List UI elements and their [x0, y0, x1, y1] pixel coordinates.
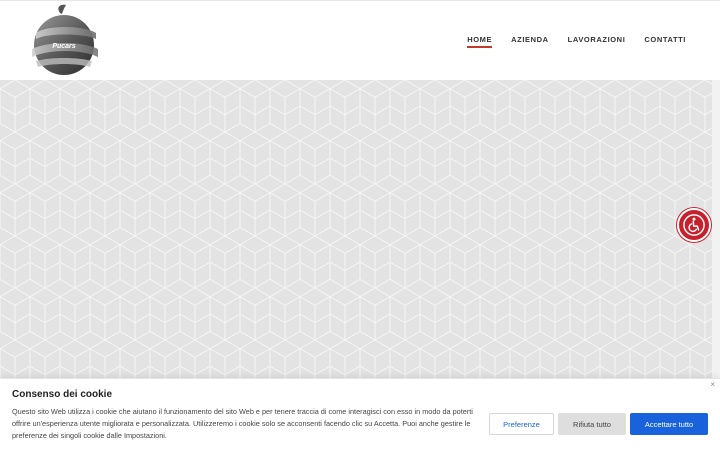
wheelchair-icon [683, 214, 705, 236]
cookie-description: Questo sito Web utilizza i cookie che ai… [12, 407, 473, 440]
cookie-title: Consenso dei cookie [12, 389, 113, 400]
reject-all-button[interactable]: Rifiuta tutto [558, 413, 626, 435]
nav-home[interactable]: HOME [467, 35, 493, 48]
close-icon[interactable]: × [710, 380, 715, 389]
accept-all-button[interactable]: Accettare tutto [630, 413, 708, 435]
page-scrollbar[interactable] [712, 80, 720, 380]
cube-pattern [0, 80, 712, 380]
logo-text: Pucars [52, 43, 75, 50]
accessibility-button[interactable] [677, 208, 711, 242]
cookie-consent-banner: × Consenso dei cookie Questo sito Web ut… [0, 378, 720, 450]
apple-logo-icon: Pucars [32, 4, 98, 75]
hero-pattern-background [0, 80, 712, 380]
preferences-button[interactable]: Preferenze [489, 413, 554, 435]
main-nav: HOME AZIENDA LAVORAZIONI CONTATTI [467, 35, 686, 48]
nav-lavorazioni[interactable]: LAVORAZIONI [568, 35, 626, 47]
site-header: Pucars HOME AZIENDA LAVORAZIONI CONTATTI [0, 0, 720, 80]
nav-contatti[interactable]: CONTATTI [644, 35, 686, 47]
nav-azienda[interactable]: AZIENDA [511, 35, 549, 47]
site-logo[interactable]: Pucars [26, 3, 102, 79]
